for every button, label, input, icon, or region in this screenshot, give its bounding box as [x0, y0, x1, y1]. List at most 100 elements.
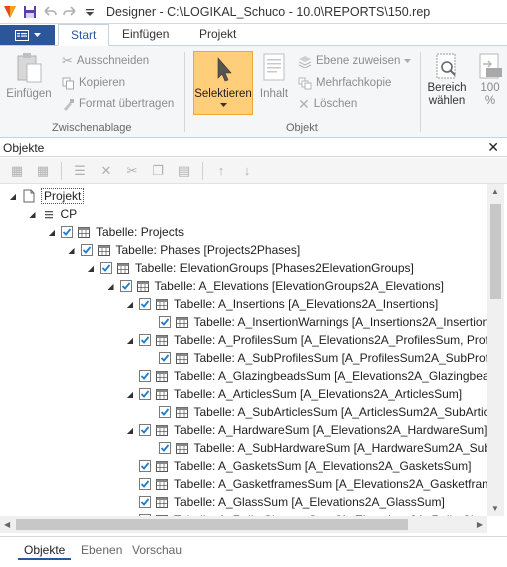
expand-toggle-icon[interactable]: ◢ [86, 263, 96, 273]
tree-node[interactable]: Tabelle: A_GasketframesSum [A_Elevations… [125, 475, 490, 493]
node-checkbox[interactable] [139, 460, 151, 472]
tree-node[interactable]: Tabelle: A_GasketsSum [A_Elevations2A_Ga… [125, 457, 472, 475]
paste-icon[interactable]: ▤ [173, 161, 195, 181]
group-separator [184, 52, 185, 132]
node-checkbox[interactable] [139, 388, 151, 400]
node-checkbox[interactable] [100, 262, 112, 274]
tree-node-label: Tabelle: A_GlazingbeadsSum [A_Elevations… [174, 369, 490, 383]
expand-toggle-icon[interactable]: ◢ [125, 425, 135, 435]
format-painter-button[interactable]: Format übertragen [62, 94, 174, 114]
file-menu-button[interactable] [0, 25, 55, 45]
expand-toggle-icon[interactable]: ◢ [28, 209, 38, 219]
tree-node-label: Tabelle: A_SubHardwareSum [A_HardwareSum… [193, 441, 491, 455]
expand-toggle-icon[interactable]: ◢ [125, 335, 135, 345]
paste-button[interactable]: Einfügen [4, 52, 54, 106]
vertical-scroll-thumb[interactable] [490, 204, 501, 299]
node-checkbox[interactable] [158, 406, 171, 418]
tab-layers[interactable]: Ebenen [75, 542, 128, 560]
tree-node[interactable]: ◢ Tabelle: A_Elevations [ElevationGroups2… [106, 277, 444, 295]
content-button[interactable]: Inhalt [256, 52, 292, 106]
tree-node[interactable]: ◢ CP [28, 205, 77, 223]
tree-node[interactable]: ◢ Projekt [8, 187, 85, 205]
delete-icon[interactable]: ✕ [95, 161, 117, 181]
zoom-100-button[interactable]: 100 % [476, 52, 504, 116]
scroll-left-icon[interactable]: ◀ [4, 520, 10, 529]
move-up-icon[interactable]: ↑ [210, 161, 232, 181]
node-checkbox[interactable] [139, 370, 151, 382]
node-checkbox[interactable] [158, 442, 171, 454]
select-area-button[interactable]: Bereich wählen [424, 52, 470, 116]
tree-node[interactable]: ◢ Tabelle: A_Insertions [A_Elevations2A_I… [125, 295, 438, 313]
delete-button[interactable]: ✕ Löschen [298, 94, 357, 114]
assign-layer-button[interactable]: Ebene zuweisen [298, 51, 412, 71]
node-checkbox[interactable] [139, 424, 151, 436]
tab-start[interactable]: Start [58, 24, 110, 46]
node-checkbox[interactable] [139, 478, 151, 490]
cut-button[interactable]: ✂ Ausschneiden [62, 51, 149, 71]
objects-tree[interactable]: ◢ Projekt ◢ CP ◢ Tabelle: Projects ◢ Tabelle: P… [0, 184, 490, 516]
tree-node[interactable]: Tabelle: A_GlazingbeadsSum [A_Elevations… [125, 367, 490, 385]
move-down-icon[interactable]: ↓ [236, 161, 258, 181]
expand-toggle-icon[interactable]: ◢ [67, 245, 77, 255]
node-checkbox[interactable] [139, 496, 151, 508]
redo-icon[interactable] [60, 1, 80, 23]
table-icon [175, 316, 188, 328]
expand-toggle-icon[interactable]: ◢ [125, 299, 135, 309]
tab-objects[interactable]: Objekte [18, 542, 72, 560]
multi-copy-button[interactable]: Mehrfachkopie [298, 73, 391, 93]
copy-icon[interactable]: ❐ [147, 161, 169, 181]
properties-icon[interactable]: ☰ [69, 161, 91, 181]
node-checkbox[interactable] [139, 298, 151, 310]
tree-node[interactable]: Tabelle: A_GlassSum [A_Elevations2A_Glas… [125, 493, 445, 511]
expand-toggle-icon[interactable]: ◢ [125, 389, 135, 399]
scroll-down-icon[interactable]: ▼ [491, 504, 499, 513]
expand-toggle-icon[interactable]: ◢ [106, 281, 116, 291]
chevron-down-icon [404, 58, 412, 63]
tree-node[interactable]: ◢ Tabelle: ElevationGroups [Phases2Elevat… [86, 259, 414, 277]
tab-insert[interactable]: Einfügen [110, 24, 181, 46]
tree-node[interactable]: ◢ Tabelle: A_ArticlesSum [A_Elevations2A_… [125, 385, 462, 403]
tree-node[interactable]: ◢ Tabelle: Projects [47, 223, 184, 241]
tree-node[interactable]: Tabelle: A_SubProfilesSum [A_ProfilesSum… [145, 349, 490, 367]
copy-button[interactable]: Kopieren [62, 73, 125, 93]
tree-node-label: Tabelle: Phases [Projects2Phases] [115, 243, 301, 257]
tab-project[interactable]: Projekt [187, 24, 248, 46]
node-checkbox[interactable] [61, 226, 73, 238]
tree-node[interactable]: Tabelle: A_SubHardwareSum [A_HardwareSum… [145, 439, 491, 457]
tab-preview[interactable]: Vorschau [126, 542, 188, 560]
customize-dropdown-icon[interactable] [80, 1, 100, 23]
save-icon[interactable] [20, 1, 40, 23]
toolbar-separator [61, 161, 62, 180]
expand-all-icon[interactable]: ▦ [32, 161, 54, 181]
tree-node[interactable]: ◢ Tabelle: A_ProfilesSum [A_Elevations2A_… [125, 331, 490, 349]
horizontal-scrollbar[interactable]: ◀ ▶ [0, 516, 487, 533]
select-button[interactable]: Selektieren [193, 51, 253, 115]
app-logo-icon[interactable] [0, 1, 20, 23]
copy-icon [62, 77, 74, 89]
tree-node[interactable]: Tabelle: A_SubArticlesSum [A_ArticlesSum… [145, 403, 490, 421]
node-checkbox[interactable] [158, 352, 171, 364]
node-checkbox[interactable] [158, 316, 171, 328]
expand-toggle-icon[interactable]: ◢ [47, 227, 57, 237]
tree-node[interactable]: ◢ Tabelle: Phases [Projects2Phases] [67, 241, 301, 259]
node-checkbox[interactable] [119, 280, 132, 292]
ribbon-body: Einfügen ✂ Ausschneiden Kopieren Format … [0, 46, 507, 138]
title-bar: Designer - C:\LOGIKAL_Schuco - 10.0\REPO… [0, 0, 507, 24]
tree-node[interactable]: ◢ Tabelle: A_HardwareSum [A_Elevations2A_… [125, 421, 488, 439]
scroll-right-icon[interactable]: ▶ [477, 520, 483, 529]
vertical-scrollbar[interactable]: ▲ ▼ [487, 184, 504, 516]
cut-icon[interactable]: ✂ [121, 161, 143, 181]
close-icon[interactable]: ✕ [487, 139, 499, 156]
undo-icon[interactable] [40, 1, 60, 23]
tree-node[interactable]: Tabelle: A_InsertionWarnings [A_Insertio… [145, 313, 490, 331]
expand-toggle-icon[interactable]: ◢ [8, 191, 18, 201]
clipboard-group-label: Zwischenablage [52, 122, 132, 134]
tree-node-label: Tabelle: A_GasketframesSum [A_Elevations… [174, 477, 490, 491]
scroll-up-icon[interactable]: ▲ [491, 187, 499, 196]
horizontal-scroll-thumb[interactable] [16, 519, 408, 530]
node-checkbox[interactable] [139, 334, 151, 346]
node-checkbox[interactable] [80, 244, 93, 256]
objects-panel-header: Objekte ✕ [0, 139, 507, 157]
collapse-all-icon[interactable]: ▦ [6, 161, 28, 181]
